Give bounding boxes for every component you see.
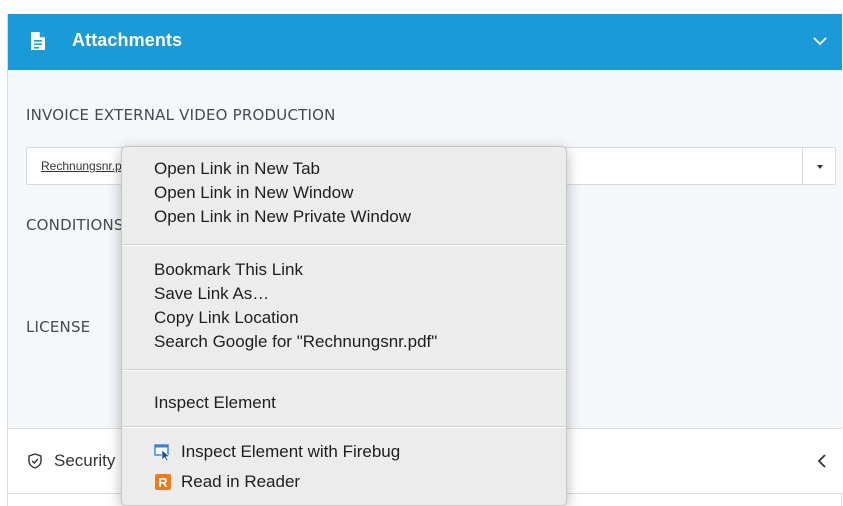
security-label: Security (54, 451, 116, 470)
invoice-field-label: INVOICE EXTERNAL VIDEO PRODUCTION (26, 106, 336, 124)
shield-icon (28, 453, 42, 469)
menu-read-in-reader[interactable]: R Read in Reader (122, 470, 566, 494)
menu-separator-highlight (122, 245, 566, 246)
chevron-down-icon[interactable] (810, 31, 830, 51)
attachments-title: Attachments (72, 30, 183, 50)
menu-open-private-window[interactable]: Open Link in New Private Window (122, 205, 566, 229)
document-icon (31, 32, 45, 50)
chevron-left-icon[interactable] (816, 452, 828, 470)
link-context-menu: Open Link in New Tab Open Link in New Wi… (121, 146, 567, 506)
menu-inspect-firebug[interactable]: Inspect Element with Firebug (122, 440, 566, 464)
select-divider (802, 148, 803, 184)
menu-search-google[interactable]: Search Google for "Rechnungsnr.pdf" (122, 330, 566, 354)
menu-separator-highlight (122, 427, 566, 428)
menu-inspect-firebug-label: Inspect Element with Firebug (181, 442, 401, 461)
attachments-header[interactable]: Attachments (8, 14, 842, 70)
menu-copy-link-location[interactable]: Copy Link Location (122, 306, 566, 330)
conditions-field-label: CONDITIONS (26, 216, 124, 234)
svg-text:R: R (158, 475, 168, 490)
menu-save-link-as[interactable]: Save Link As… (122, 282, 566, 306)
menu-separator-highlight (122, 370, 566, 371)
menu-open-new-tab[interactable]: Open Link in New Tab (122, 157, 566, 181)
license-field-label: LICENSE (26, 318, 91, 336)
menu-open-new-window[interactable]: Open Link in New Window (122, 181, 566, 205)
menu-read-in-reader-label: Read in Reader (181, 472, 301, 491)
firebug-inspect-icon (154, 444, 171, 461)
menu-bookmark-link[interactable]: Bookmark This Link (122, 258, 566, 282)
caret-down-icon[interactable] (817, 165, 823, 169)
menu-inspect-element[interactable]: Inspect Element (122, 391, 566, 415)
attachments-panel-frame: Attachments INVOICE EXTERNAL VIDEO PRODU… (0, 0, 843, 506)
reader-icon: R (155, 474, 171, 490)
invoice-file-link[interactable]: Rechnungsnr.pdf (41, 159, 132, 173)
